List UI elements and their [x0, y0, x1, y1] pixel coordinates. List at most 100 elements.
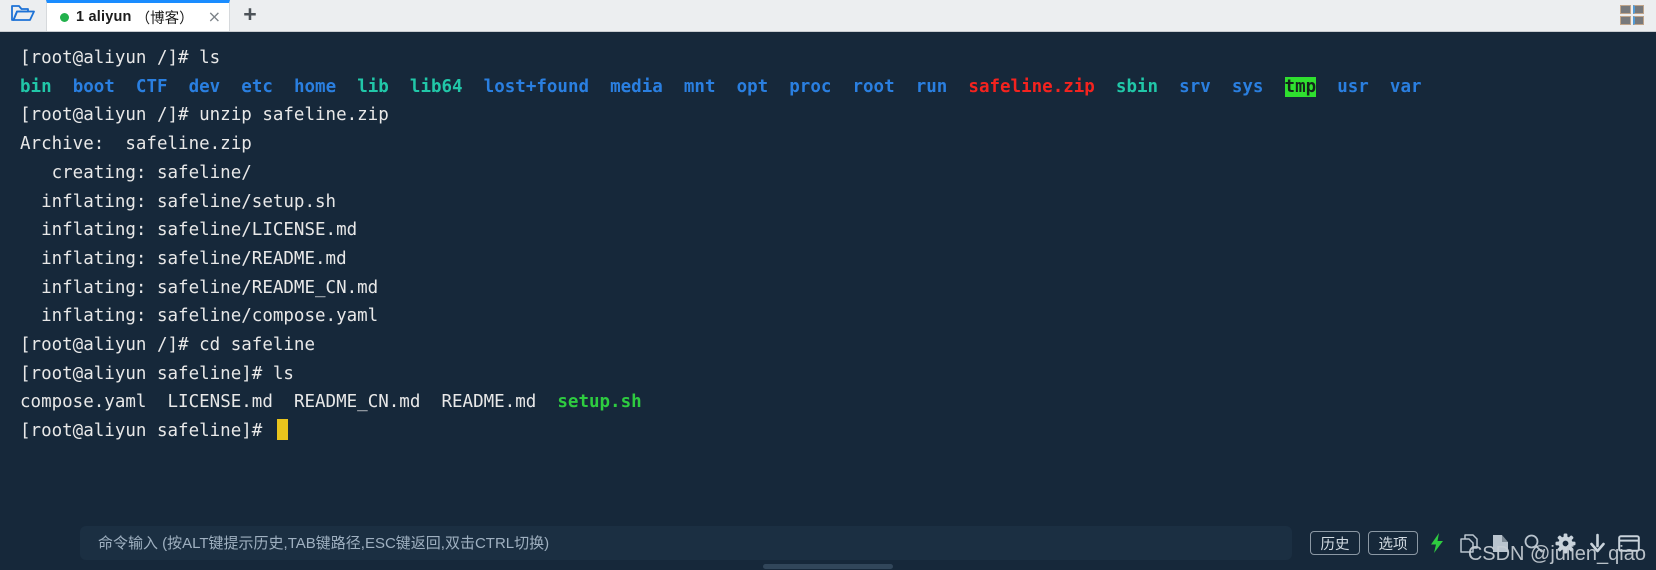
terminal-text: bin	[20, 76, 52, 97]
terminal-line: inflating: safeline/README.md	[20, 245, 1656, 274]
terminal-text: var	[1389, 76, 1422, 97]
terminal-text: [root@aliyun /]# ls	[20, 48, 221, 68]
terminal-output[interactable]: [root@aliyun /]# ls bin boot CTF dev etc …	[0, 32, 1656, 516]
terminal-text: inflating: safeline/README.md	[20, 248, 347, 269]
terminal-text: opt	[736, 76, 769, 97]
terminal-text: boot	[72, 76, 115, 97]
copy-icon	[1459, 533, 1479, 554]
terminal-text: root	[852, 76, 895, 97]
terminal-line: bin boot CTF dev etc home lib lib64 lost…	[20, 73, 1656, 102]
terminal-text: [root@aliyun safeline]#	[20, 421, 273, 442]
terminal-text: safeline.zip	[968, 76, 1095, 97]
terminal-line: inflating: safeline/setup.sh	[20, 188, 1656, 217]
terminal-text: inflating: safeline/setup.sh	[20, 191, 337, 212]
terminal-line: [root@aliyun /]# ls	[20, 44, 1656, 73]
terminal-line: compose.yaml LICENSE.md README_CN.md REA…	[20, 388, 1656, 417]
paste-icon	[1491, 533, 1511, 554]
tab-aliyun[interactable]: 1 aliyun （博客） ×	[46, 0, 230, 31]
terminal-text: inflating: safeline/LICENSE.md	[20, 220, 358, 241]
paste-button[interactable]	[1488, 529, 1514, 557]
terminal-text: inflating: safeline/README_CN.md	[20, 277, 379, 298]
terminal-text: [root@aliyun safeline]# ls	[20, 363, 294, 384]
terminal-text: mnt	[683, 76, 716, 97]
tab-label-suffix: （博客）	[135, 10, 194, 27]
tab-bar: 1 aliyun （博客） × +	[0, 0, 1656, 32]
terminal-text: lost+found	[483, 76, 590, 97]
terminal-text: etc	[241, 76, 273, 97]
terminal-text: [root@aliyun /]# unzip safeline.zip	[20, 105, 389, 126]
tab-label: 1 aliyun	[76, 9, 132, 25]
terminal-cursor	[276, 419, 288, 441]
terminal-text: home	[293, 76, 337, 97]
lightning-bolt-icon	[1429, 532, 1445, 554]
tab-status-dot	[60, 12, 69, 22]
terminal-text: [root@aliyun /]# cd safeline	[20, 335, 316, 356]
terminal-text: creating: safeline/	[20, 162, 252, 183]
settings-button[interactable]	[1552, 529, 1578, 557]
download-icon	[1588, 533, 1607, 554]
lightning-bolt-button[interactable]	[1424, 529, 1450, 557]
terminal-text: run	[915, 76, 948, 97]
terminal-line: inflating: safeline/LICENSE.md	[20, 216, 1656, 245]
split-layout-button[interactable]	[1614, 0, 1650, 31]
download-button[interactable]	[1584, 529, 1610, 557]
terminal-text: Archive: safeline.zip	[20, 134, 252, 155]
terminal-text: README.md	[441, 392, 537, 413]
terminal-text: inflating: safeline/compose.yaml	[20, 306, 379, 327]
copy-button[interactable]	[1456, 529, 1482, 557]
terminal-text: setup.sh	[557, 392, 642, 413]
terminal-text: CTF	[135, 76, 168, 97]
terminal-app-window: 1 aliyun （博客） × + [root@aliyun /]# ls bin…	[0, 0, 1656, 570]
terminal-text: LICENSE.md	[167, 392, 273, 413]
terminal-text: compose.yaml	[20, 392, 147, 413]
history-button[interactable]: 历史	[1310, 531, 1360, 555]
grid-layout-icon	[1620, 5, 1644, 25]
terminal-text: tmp	[1284, 76, 1317, 97]
terminal-text: sbin	[1115, 76, 1159, 97]
search-icon	[1523, 533, 1543, 553]
tab-bar-spacer	[270, 0, 1614, 31]
new-tab-button[interactable]: +	[230, 0, 270, 31]
terminal-line: Archive: safeline.zip	[20, 130, 1656, 159]
terminal-line: inflating: safeline/compose.yaml	[20, 302, 1656, 331]
search-button[interactable]	[1520, 529, 1546, 557]
terminal-line: creating: safeline/	[20, 159, 1656, 188]
terminal-line: [root@aliyun safeline]#	[20, 417, 1656, 446]
terminal-text: lib64	[409, 76, 463, 97]
terminal-text: sys	[1231, 76, 1264, 97]
terminal-line: inflating: safeline/README_CN.md	[20, 274, 1656, 303]
folder-open-icon	[10, 3, 36, 28]
horizontal-scrollbar[interactable]	[763, 564, 893, 569]
terminal-text: proc	[789, 76, 832, 97]
close-icon[interactable]: ×	[208, 9, 221, 25]
terminal-text: README_CN.md	[293, 392, 421, 413]
command-input[interactable]	[80, 526, 1292, 560]
window-button[interactable]	[1616, 529, 1642, 557]
options-button[interactable]: 选项	[1368, 531, 1418, 555]
terminal-line: [root@aliyun /]# unzip safeline.zip	[20, 101, 1656, 130]
folder-open-button[interactable]	[0, 0, 46, 31]
